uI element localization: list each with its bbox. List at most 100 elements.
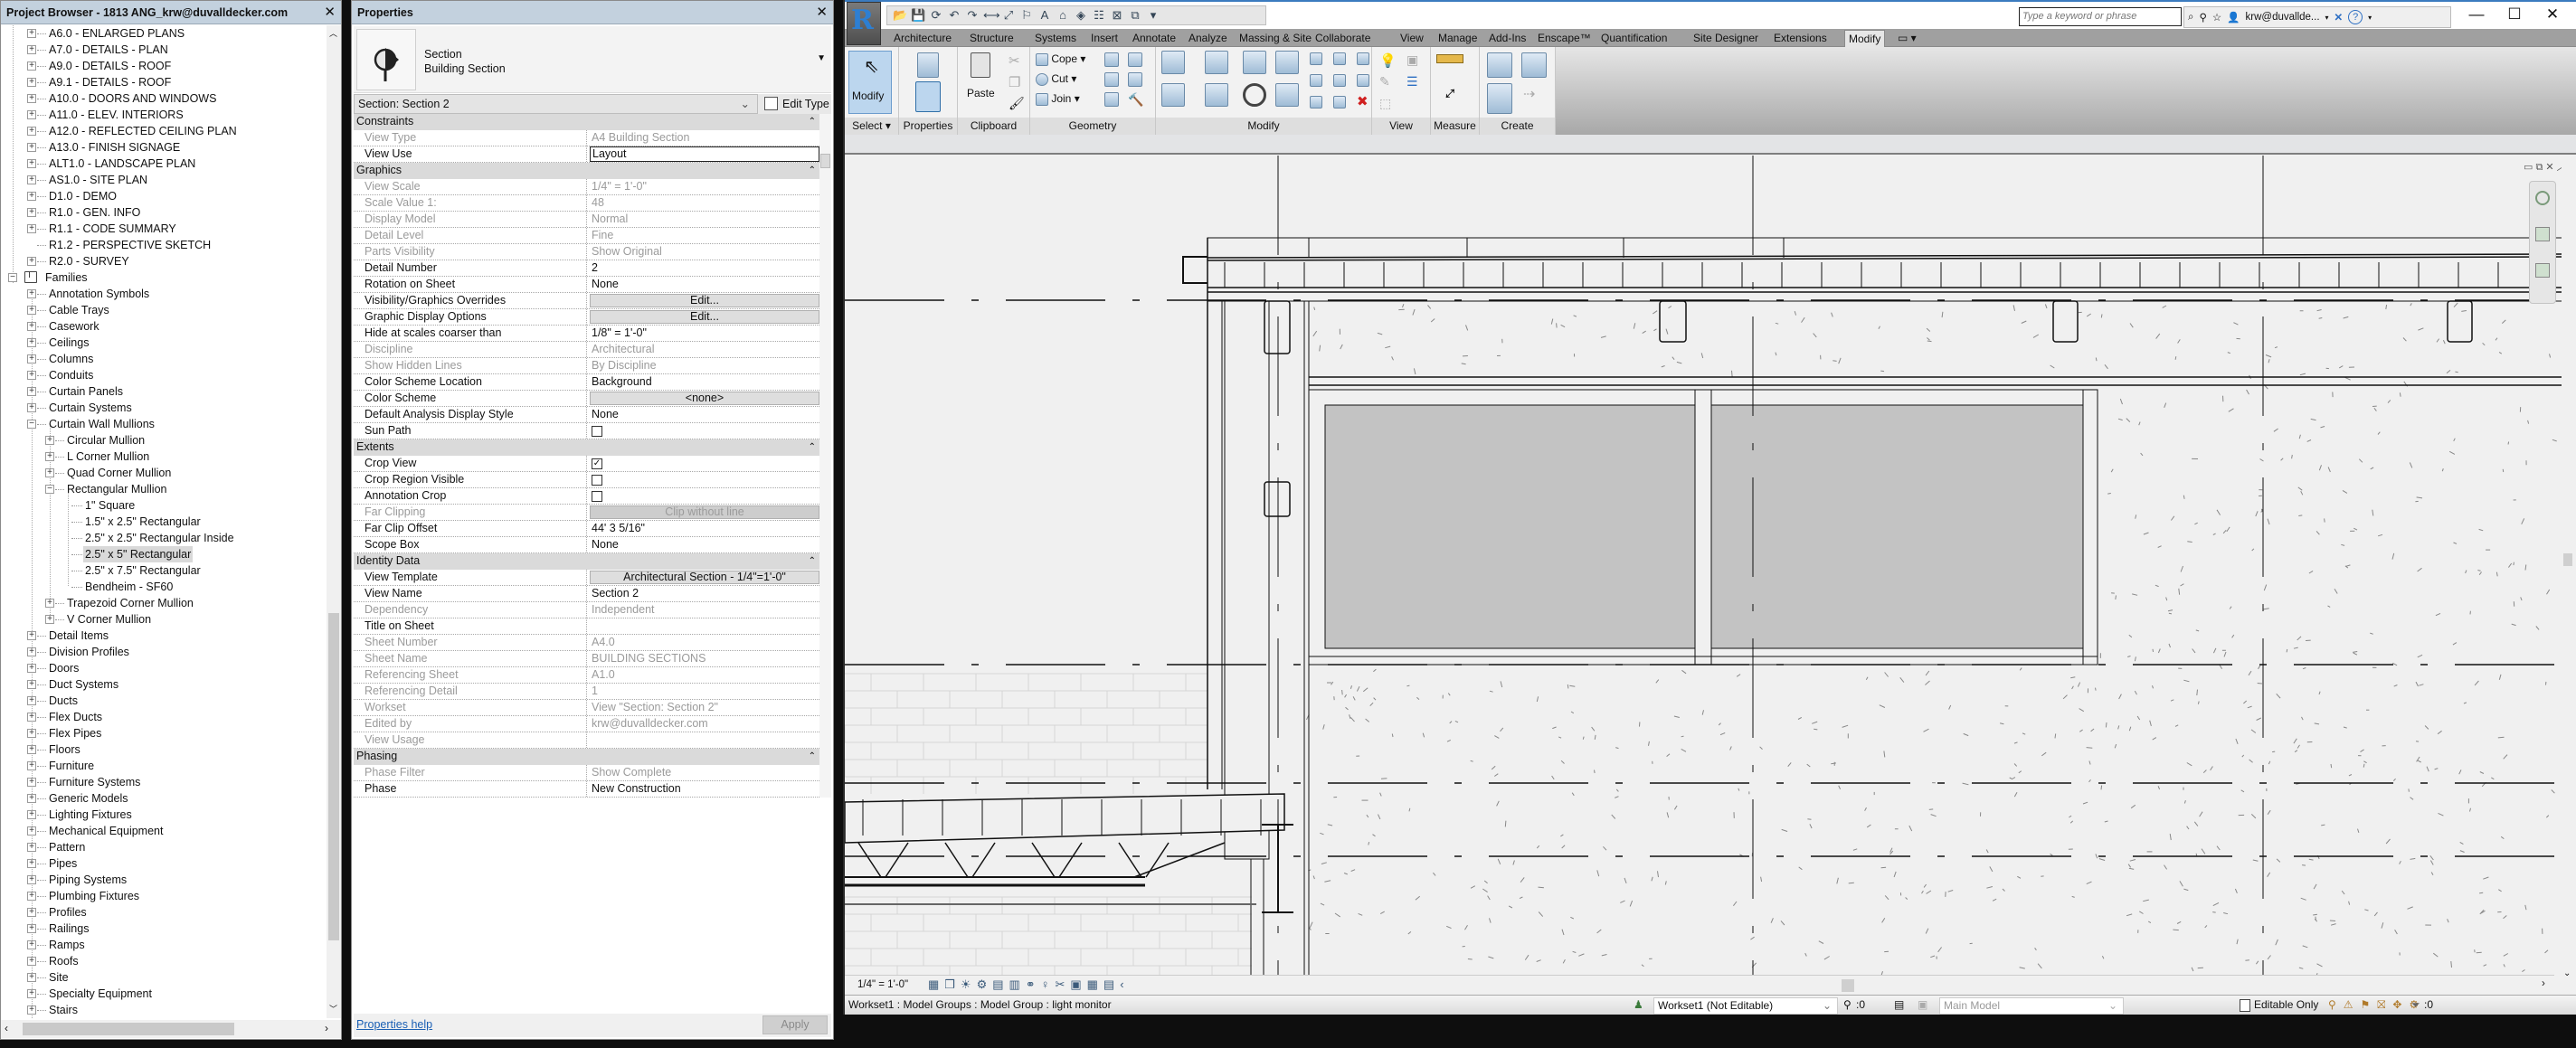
scroll-down-icon[interactable]: ﹀ — [329, 1003, 337, 1015]
tree-item[interactable]: + Profiles — [1, 904, 327, 921]
tree-item[interactable]: + Casework — [1, 318, 327, 335]
tree-item[interactable]: + A6.0 - ENLARGED PLANS — [1, 25, 327, 42]
expand-plus-icon[interactable]: + — [27, 973, 36, 982]
expand-plus-icon[interactable]: + — [45, 615, 54, 624]
property-button[interactable]: Edit... — [590, 310, 819, 324]
tree-item[interactable]: + ALT1.0 - LANDSCAPE PLAN — [1, 156, 327, 172]
text-icon[interactable]: A — [1037, 8, 1052, 23]
property-value[interactable]: Background — [590, 374, 818, 390]
tree-item[interactable]: + Flex Ducts — [1, 709, 327, 725]
property-value[interactable]: 44' 3 5/16" — [590, 521, 818, 536]
tree-item[interactable]: + Curtain Panels — [1, 383, 327, 400]
expand-plus-icon[interactable]: + — [27, 892, 36, 901]
linework-icon[interactable]: ✎ — [1379, 74, 1390, 90]
expand-plus-icon[interactable]: + — [27, 159, 36, 168]
trim-extend-multiple-icon[interactable] — [1333, 96, 1346, 109]
navigation-bar[interactable] — [2529, 181, 2556, 304]
tree-item[interactable]: + Stairs — [1, 1002, 327, 1018]
expand-plus-icon[interactable]: + — [27, 826, 36, 836]
aligned-dimension-icon[interactable]: ⤢ — [1001, 8, 1016, 23]
join-button[interactable]: Join ▾ — [1036, 92, 1080, 106]
editable-only-checkbox[interactable] — [2240, 999, 2250, 1012]
hide-in-view-icon[interactable]: 💡 — [1379, 52, 1397, 69]
active-workset-dropdown[interactable]: Workset1 (Not Editable) ⌄ — [1653, 997, 1838, 1015]
search-input[interactable]: Type a keyword or phrase — [2019, 7, 2182, 26]
cope-button[interactable]: Cope ▾ — [1036, 52, 1085, 66]
cut-to-clipboard-icon[interactable]: ✂ — [1009, 52, 1020, 69]
expand-plus-icon[interactable]: + — [27, 631, 36, 640]
tree-vertical-scrollbar[interactable]: ︿ ﹀ — [327, 25, 341, 1018]
editing-requests-icon[interactable]: ⚲ — [1843, 996, 1852, 1015]
close-icon[interactable]: ✕ — [324, 1, 336, 24]
tree-item[interactable]: + Annotation Symbols — [1, 286, 327, 302]
expand-plus-icon[interactable]: + — [27, 289, 36, 298]
tree-item[interactable]: + Pipes — [1, 855, 327, 872]
trim-extend-corner-icon[interactable] — [1275, 83, 1299, 107]
offset-icon[interactable] — [1205, 51, 1228, 74]
tree-item[interactable]: + Floors — [1, 741, 327, 758]
tag-icon[interactable]: ⚐ — [1019, 8, 1034, 23]
zoom-region-icon[interactable] — [2535, 263, 2550, 278]
tab-architecture[interactable]: Architecture — [890, 30, 955, 47]
user-account-menu[interactable]: krw@duvallde... — [2246, 12, 2320, 23]
property-value[interactable] — [590, 618, 818, 634]
section-icon[interactable]: ◈ — [1074, 8, 1088, 23]
tree-item[interactable]: R1.2 - PERSPECTIVE SKETCH — [1, 237, 327, 253]
tab-quantification[interactable]: Quantification — [1597, 30, 1671, 47]
property-value[interactable]: 2 — [590, 260, 818, 276]
expand-plus-icon[interactable]: + — [27, 761, 36, 770]
close-hidden-icon[interactable]: ⊠ — [1110, 8, 1124, 23]
array-icon[interactable] — [1310, 74, 1322, 87]
property-group-header[interactable]: Extents ⌃ — [354, 439, 819, 456]
save-icon[interactable]: 💾 — [911, 8, 925, 23]
expand-plus-icon[interactable]: + — [27, 647, 36, 656]
tree-item[interactable]: + A10.0 - DOORS AND WINDOWS — [1, 90, 327, 107]
tree-item[interactable]: + Trapezoid Corner Mullion — [1, 595, 327, 611]
redo-icon[interactable]: ↷ — [965, 8, 980, 23]
tree-item[interactable]: + Railings — [1, 921, 327, 937]
dropdown-arrow-icon[interactable]: ▼ — [817, 53, 826, 63]
tab-add-ins[interactable]: Add-Ins — [1485, 30, 1530, 47]
expand-plus-icon[interactable]: + — [45, 468, 54, 477]
measure-icon[interactable]: ⟷ — [983, 8, 1000, 23]
ribbon-minimize-icon[interactable]: ▭ ▾ — [1894, 30, 1920, 47]
design-option-dropdown[interactable]: Main Model ⌄ — [1939, 997, 2124, 1015]
tree-item[interactable]: + Flex Pipes — [1, 725, 327, 741]
tree-item[interactable]: + A12.0 - REFLECTED CEILING PLAN — [1, 123, 327, 139]
tree-item[interactable]: + D1.0 - DEMO — [1, 188, 327, 204]
help-icon[interactable]: ? — [2348, 10, 2363, 24]
expand-plus-icon[interactable]: + — [27, 127, 36, 136]
close-window-button[interactable]: ✕ — [2534, 4, 2571, 27]
property-group-header[interactable]: Phasing ⌃ — [354, 749, 819, 765]
tab-structure[interactable]: Structure — [966, 30, 1018, 47]
expand-plus-icon[interactable]: + — [45, 599, 54, 608]
undo-icon[interactable]: ↶ — [947, 8, 961, 23]
expand-plus-icon[interactable]: + — [27, 664, 36, 673]
3d-view-icon[interactable]: ⌂ — [1056, 8, 1070, 23]
tree-item[interactable]: + Ducts — [1, 693, 327, 709]
tree-item[interactable]: + Curtain Systems — [1, 400, 327, 416]
thin-lines-icon[interactable]: ☷ — [1092, 8, 1106, 23]
copy-icon[interactable]: ❐ — [1009, 74, 1020, 90]
expand-plus-icon[interactable]: + — [27, 29, 36, 38]
type-properties-icon[interactable] — [917, 52, 939, 78]
steering-wheel-icon[interactable] — [2535, 191, 2550, 205]
tab-site-designer[interactable]: Site Designer — [1690, 30, 1762, 47]
tree-item[interactable]: Bendheim - SF60 — [1, 579, 327, 595]
tree-item[interactable]: + Generic Models — [1, 790, 327, 807]
tree-item[interactable]: + R2.0 - SURVEY — [1, 253, 327, 269]
property-group-header[interactable]: Identity Data ⌃ — [354, 553, 819, 570]
expand-plus-icon[interactable]: + — [27, 1006, 36, 1015]
exchange-apps-icon[interactable]: ✕ — [2334, 11, 2344, 24]
tree-item[interactable]: + Site — [1, 969, 327, 986]
tab-systems[interactable]: Systems — [1031, 30, 1080, 47]
scroll-up-icon[interactable]: ︿ — [329, 27, 337, 39]
expand-plus-icon[interactable]: + — [27, 78, 36, 87]
expand-plus-icon[interactable]: + — [27, 354, 36, 363]
expand-plus-icon[interactable]: + — [27, 713, 36, 722]
tree-item[interactable]: + L Corner Mullion — [1, 448, 327, 465]
expand-plus-icon[interactable]: + — [27, 371, 36, 380]
tree-item[interactable]: + Pattern — [1, 839, 327, 855]
expand-plus-icon[interactable]: + — [27, 957, 36, 966]
sync-icon[interactable]: ⟳ — [929, 8, 943, 23]
